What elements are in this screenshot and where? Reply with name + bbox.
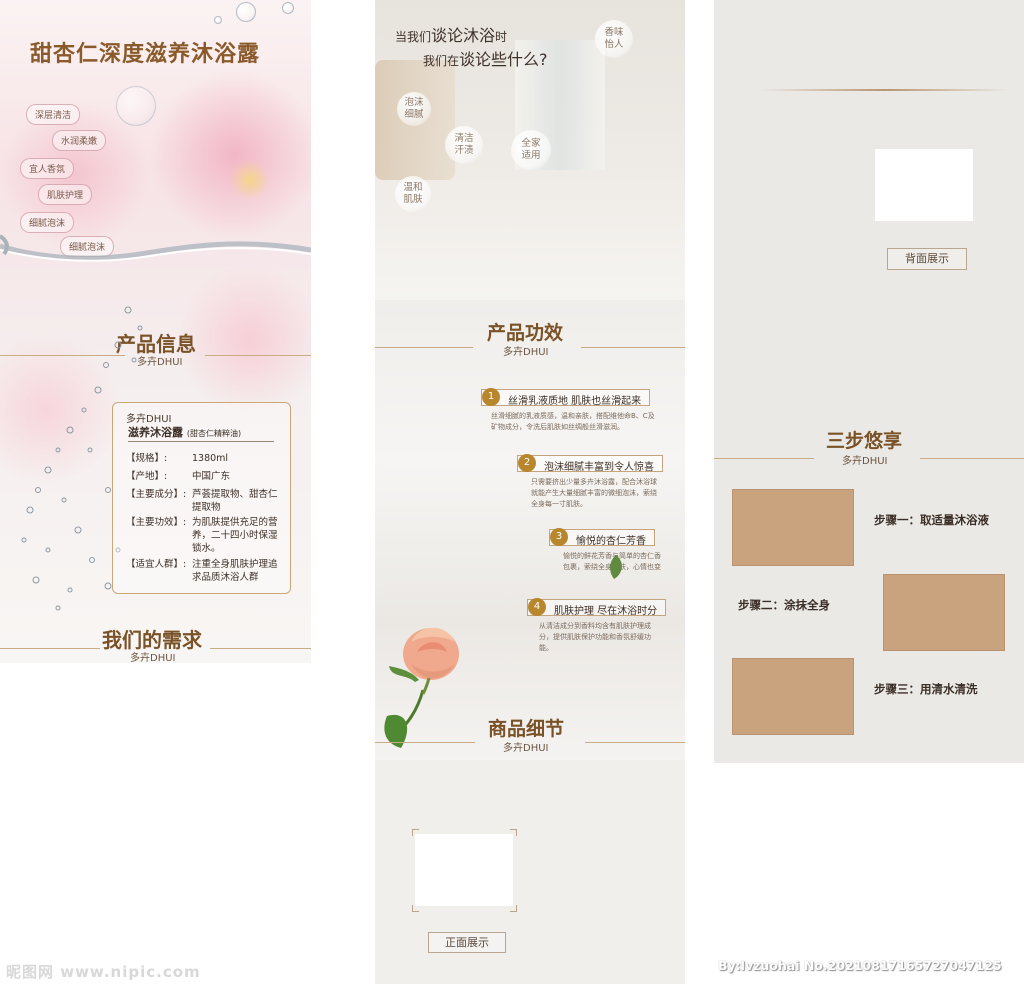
feature-desc: 丝滑细腻的乳液质感，温和亲肤，搭配维他命B、C及矿物成分，令洗后肌肤如丝绸般丝滑…: [491, 412, 655, 431]
bubble-icon: [116, 86, 156, 126]
info-value: 1380ml: [192, 453, 229, 464]
info-key: 【规格】:: [126, 453, 168, 464]
brand-name: 多卉DHUI: [126, 414, 172, 425]
panel-product-info: 甜杏仁深度滋养沐浴露 深层清洁 水润柔嫩 宜人香氛 肌肤护理 细腻泡沫 细腻泡沫…: [0, 0, 311, 663]
step-3-image: [732, 658, 854, 735]
step-1-image: [732, 489, 854, 566]
flower-center: [230, 160, 270, 200]
info-value: 注重全身肌肤护理追求品质沐浴人群: [192, 559, 278, 583]
headline-text: 当我们: [395, 30, 432, 44]
step-1-label: 步骤一：取适量沐浴液: [874, 513, 989, 527]
section-title-steps: 三步悠享: [826, 430, 903, 452]
feature-item-3: 3 愉悦的杏仁芳香: [549, 528, 655, 547]
flower-decoration: [180, 260, 311, 420]
info-value: 芦荟提取物、甜杏仁提取物: [192, 489, 278, 513]
section-subtitle: 多卉DHUI: [503, 347, 549, 358]
divider: [375, 347, 473, 348]
back-photo-placeholder: [875, 149, 973, 221]
divider: [375, 742, 475, 743]
water-splash-decoration: [0, 234, 311, 262]
divider: [205, 355, 311, 356]
step-3-label: 步骤三：用清水清洗: [874, 682, 978, 696]
info-row-spec: 【规格】: 1380ml: [126, 452, 284, 465]
feature-item-2: 2 泡沫细腻丰富到令人惊喜: [517, 454, 663, 473]
feature-number: 2: [518, 454, 536, 472]
bubble-tag: 温和 肌肤: [395, 176, 431, 212]
bubble-icon: [282, 2, 294, 14]
feature-desc: 从清洁成分到香料均含有肌肤护理成分，提供肌肤保护功能和香氛舒缓功能。: [539, 622, 651, 652]
headline-line-2: 我们在谈论些什么?: [423, 46, 548, 70]
section-title-effects: 产品功效: [487, 322, 564, 344]
product-title: 甜杏仁深度滋养沐浴露: [30, 41, 261, 67]
feature-number: 4: [528, 598, 546, 616]
section-title-details: 商品细节: [488, 718, 565, 740]
front-photo-placeholder: [415, 834, 513, 906]
photo-corner: [510, 829, 517, 836]
feature-item-1: 1 丝滑乳液质地 肌肤也丝滑起来: [481, 388, 651, 407]
feature-label: 丝滑乳液质地 肌肤也丝滑起来: [508, 396, 642, 407]
product-name: 滋养沐浴露 (甜杏仁精粹油): [128, 424, 241, 440]
section-subtitle: 多卉DHUI: [130, 653, 176, 663]
product-name-text: 滋养沐浴露: [128, 426, 183, 439]
photo-corner: [510, 905, 517, 912]
info-key: 【适宜人群】:: [126, 559, 187, 570]
info-row-origin: 【产地】: 中国广东: [126, 470, 284, 483]
info-row-audience: 【适宜人群】: 注重全身肌肤护理追求品质沐浴人群: [126, 558, 284, 584]
divider: [210, 648, 311, 649]
photo-corner: [412, 905, 419, 912]
headline-emphasis: 谈论沐浴: [431, 26, 496, 45]
step-2-label: 步骤二：涂抹全身: [738, 598, 830, 612]
feature-tag: 深层清洁: [26, 104, 81, 125]
front-view-button[interactable]: 正面展示: [428, 932, 506, 953]
feature-tag: 水润柔嫩: [52, 130, 107, 151]
leaf-icon: [610, 555, 622, 579]
divider: [585, 742, 685, 743]
headline-emphasis: 谈论些什么?: [459, 50, 548, 69]
bubble-icon: [236, 2, 256, 22]
divider: [760, 89, 1010, 91]
info-row-ingredients: 【主要成分】: 芦荟提取物、甜杏仁提取物: [126, 488, 284, 514]
bubble-tag: 泡沫 细腻: [397, 92, 431, 126]
product-name-note: (甜杏仁精粹油): [186, 429, 242, 438]
photo-corner: [412, 829, 419, 836]
feature-number: 1: [482, 388, 500, 406]
feature-desc: 只需要挤出少量多卉沐浴露，配合沐浴球就能产生大量细腻丰富的微细泡沫，萦绕全身每一…: [531, 478, 657, 508]
info-value: 中国广东: [192, 471, 231, 482]
back-view-button[interactable]: 背面展示: [887, 248, 967, 270]
headline-text: 我们在: [423, 54, 460, 68]
bubble-tag: 全家 适用: [511, 130, 551, 170]
panel-effects: 当我们谈论沐浴时 我们在谈论些什么? 香味 怡人 泡沫 细腻 清洁 汗渍 全家 …: [375, 0, 685, 984]
info-key: 【主要成分】:: [126, 489, 187, 500]
feature-tag: 宜人香氛: [20, 158, 75, 179]
divider: [0, 648, 100, 649]
bubble-tag: 香味 怡人: [595, 20, 633, 58]
divider: [714, 458, 814, 459]
feature-label: 泡沫细腻丰富到令人惊喜: [544, 462, 654, 473]
feature-item-4: 4 肌肤护理 尽在沐浴时分: [527, 598, 667, 617]
info-row-effect: 【主要功效】: 为肌肤提供充足的营养，二十四小时保湿锁水。: [126, 516, 284, 555]
feature-number: 3: [550, 528, 568, 546]
flower-decoration: [150, 70, 311, 240]
info-key: 【产地】:: [126, 471, 168, 482]
divider: [920, 458, 1024, 459]
section-subtitle: 多卉DHUI: [842, 456, 888, 467]
section-subtitle: 多卉DHUI: [503, 743, 549, 754]
info-key: 【主要功效】:: [126, 517, 187, 528]
bubble-icon: [214, 16, 222, 24]
headline-text: 时: [495, 30, 508, 44]
info-value: 为肌肤提供充足的营养，二十四小时保湿锁水。: [192, 517, 278, 554]
divider: [128, 441, 274, 442]
watermark-right: By:lvzuohai No.20210817165727047125: [718, 958, 1002, 973]
rose-image: [384, 627, 459, 748]
feature-label: 愉悦的杏仁芳香: [576, 536, 646, 547]
divider: [581, 347, 685, 348]
feature-label: 肌肤护理 尽在沐浴时分: [554, 606, 658, 617]
panel-steps: 背面展示 三步悠享 多卉DHUI 步骤一：取适量沐浴液 步骤二：涂抹全身 步骤三…: [714, 0, 1024, 763]
headline-line-1: 当我们谈论沐浴时: [395, 22, 507, 46]
step-2-image: [883, 574, 1005, 651]
watermark-left: 昵图网 www.nipic.com: [6, 963, 201, 981]
feature-tag: 肌肤护理: [38, 184, 93, 205]
bubble-tag: 清洁 汗渍: [445, 126, 483, 164]
